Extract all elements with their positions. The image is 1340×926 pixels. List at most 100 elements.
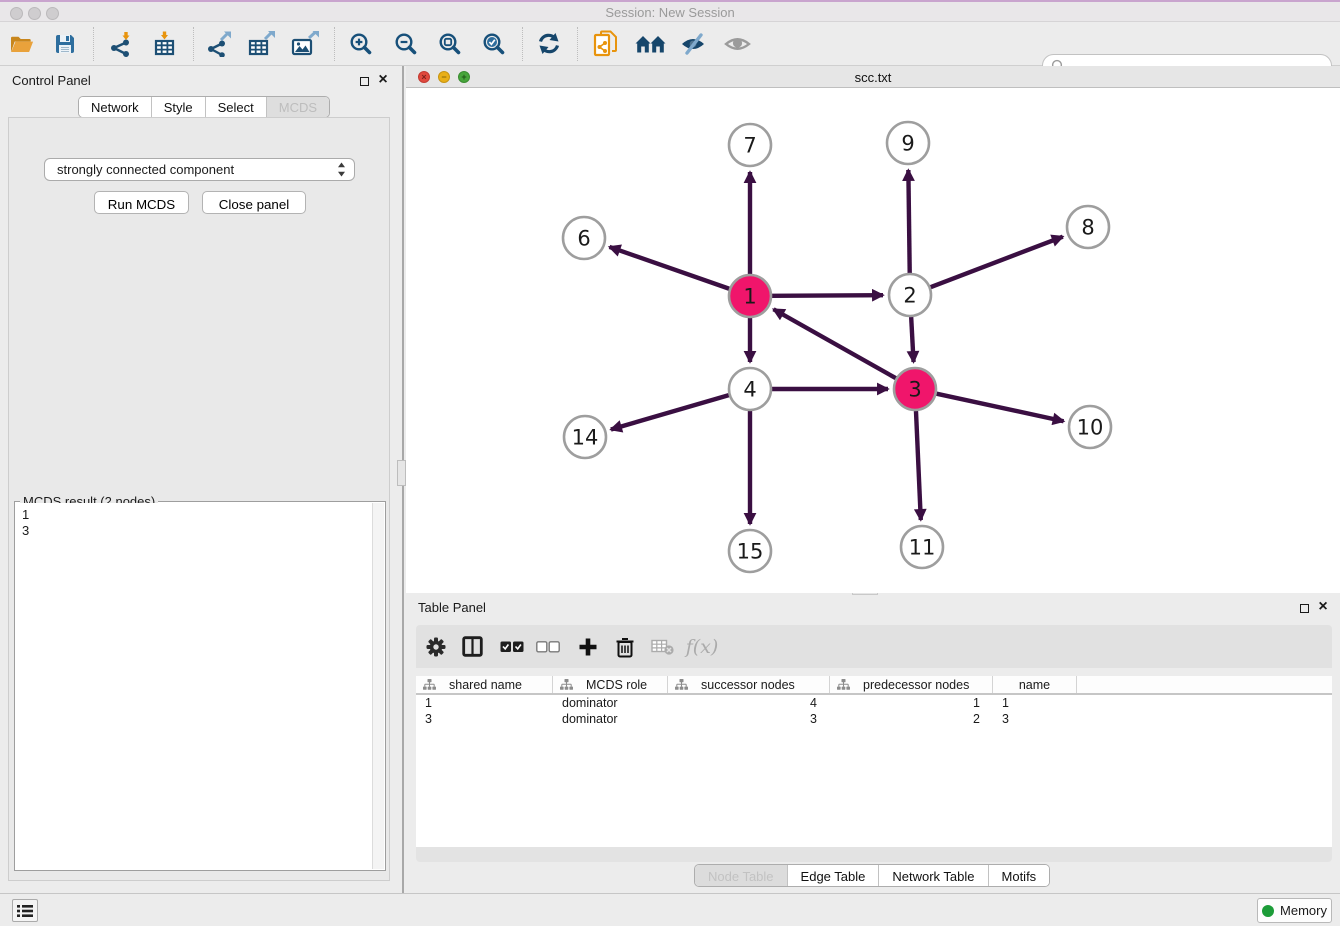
column-header-name[interactable]: name (993, 676, 1077, 693)
apply-layout-icon[interactable] (530, 25, 568, 63)
zoom-in-icon[interactable] (342, 25, 380, 63)
select-all-columns-icon[interactable] (496, 631, 528, 663)
toolbar-separator (93, 27, 94, 61)
import-table-icon[interactable] (146, 25, 184, 63)
graph-node-label: 6 (577, 227, 590, 251)
column-label: name (1019, 678, 1050, 692)
tab-network-table[interactable]: Network Table (879, 865, 988, 886)
graph-node-label: 15 (737, 540, 764, 564)
import-network-icon[interactable] (101, 25, 139, 63)
new-network-from-selection-icon[interactable] (586, 25, 624, 63)
column-label: predecessor nodes (863, 678, 969, 692)
cell-successor-nodes[interactable]: 3 (668, 711, 830, 727)
table-header-row: shared name MCDS role successor nodes pr… (416, 676, 1332, 695)
tab-edge-table[interactable]: Edge Table (788, 865, 880, 886)
graph-node-label: 9 (901, 132, 914, 156)
table-row[interactable]: 3 dominator 3 2 3 (416, 711, 1332, 727)
table-bottom-strip (416, 847, 1332, 862)
graph-node-label: 14 (572, 426, 599, 450)
table-panel-close-button[interactable]: × (1316, 600, 1330, 614)
cell-mcds-role[interactable]: dominator (553, 695, 668, 711)
save-session-icon[interactable] (46, 25, 84, 63)
cell-shared-name[interactable]: 3 (416, 711, 553, 727)
open-session-icon[interactable] (3, 25, 41, 63)
hide-selection-icon[interactable] (674, 25, 712, 63)
result-scrollbar[interactable] (372, 503, 384, 869)
vertical-divider-handle[interactable] (397, 460, 406, 486)
run-mcds-button[interactable]: Run MCDS (94, 191, 189, 214)
cell-name[interactable]: 3 (993, 711, 1077, 727)
close-panel-button[interactable]: Close panel (202, 191, 306, 214)
mcds-result-list[interactable]: 1 3 (16, 503, 372, 869)
table-row[interactable]: 1 dominator 4 1 1 (416, 695, 1332, 711)
memory-status-dot (1262, 905, 1274, 917)
column-header-mcds-role[interactable]: MCDS role (553, 676, 668, 693)
graph-edge-1-2[interactable] (772, 295, 883, 296)
cell-predecessor-nodes[interactable]: 2 (830, 711, 993, 727)
network-window-titlebar: × − + scc.txt (406, 66, 1340, 88)
cell-mcds-role[interactable]: dominator (553, 711, 668, 727)
graph-edge-4-14[interactable] (611, 395, 729, 429)
control-panel-float-button[interactable] (357, 74, 371, 88)
graph-node-label: 7 (743, 134, 756, 158)
cell-successor-nodes[interactable]: 4 (668, 695, 830, 711)
select-stepper-icon (337, 162, 346, 177)
graph-edge-2-8[interactable] (931, 237, 1063, 288)
graph-node-label: 4 (743, 378, 756, 402)
export-image-icon[interactable] (286, 25, 324, 63)
graph-edge-3-1[interactable] (774, 309, 896, 378)
export-network-icon[interactable] (199, 25, 237, 63)
graph-node-label: 8 (1081, 216, 1094, 240)
control-panel-close-button[interactable]: × (376, 73, 390, 87)
column-header-predecessor-nodes[interactable]: predecessor nodes (830, 676, 993, 693)
tab-network[interactable]: Network (79, 97, 152, 117)
tab-select[interactable]: Select (206, 97, 267, 117)
column-label: successor nodes (701, 678, 795, 692)
graph-edge-3-11[interactable] (916, 411, 921, 520)
first-neighbors-icon[interactable] (631, 25, 669, 63)
graph-edge-2-9[interactable] (908, 170, 909, 273)
column-header-successor-nodes[interactable]: successor nodes (668, 676, 830, 693)
close-icon: × (1318, 601, 1327, 613)
task-history-button[interactable] (12, 899, 38, 922)
cell-shared-name[interactable]: 1 (416, 695, 553, 711)
function-builder-icon[interactable]: f(x) (686, 631, 718, 663)
close-icon: × (378, 74, 387, 86)
column-header-shared-name[interactable]: shared name (416, 676, 553, 693)
zoom-out-icon[interactable] (387, 25, 425, 63)
delete-column-trash-icon[interactable] (609, 631, 641, 663)
graph-edge-1-6[interactable] (609, 247, 729, 289)
zoom-fit-icon[interactable] (431, 25, 469, 63)
graph-edge-2-3[interactable] (911, 317, 913, 362)
main-toolbar (0, 22, 1340, 66)
network-canvas[interactable]: 7968124314101511 (406, 88, 1340, 593)
network-view-window: × − + scc.txt 7968124314101511 (406, 66, 1340, 593)
mcds-result-box: MCDS result (2 nodes) 1 3 (14, 501, 386, 871)
export-table-icon[interactable] (242, 25, 280, 63)
delete-table-icon[interactable] (646, 631, 678, 663)
criterion-selected-value: strongly connected component (57, 162, 337, 177)
tab-mcds[interactable]: MCDS (267, 97, 329, 117)
tab-node-table[interactable]: Node Table (695, 865, 788, 886)
cell-predecessor-nodes[interactable]: 1 (830, 695, 993, 711)
network-window-title: scc.txt (406, 70, 1340, 85)
table-settings-gear-icon[interactable] (420, 631, 452, 663)
tab-motifs[interactable]: Motifs (989, 865, 1050, 886)
cell-name[interactable]: 1 (993, 695, 1077, 711)
deselect-all-columns-icon[interactable] (532, 631, 564, 663)
tab-style[interactable]: Style (152, 97, 206, 117)
table-panel-float-button[interactable] (1297, 601, 1311, 615)
control-panel-tabs: Network Style Select MCDS (78, 96, 330, 118)
show-columns-icon[interactable] (456, 631, 488, 663)
graph-edge-3-10[interactable] (936, 394, 1063, 422)
hierarchy-icon (675, 679, 688, 691)
show-all-icon[interactable] (718, 25, 756, 63)
create-column-icon[interactable] (572, 631, 604, 663)
hierarchy-icon (423, 679, 436, 691)
table-panel-title: Table Panel (418, 600, 486, 615)
memory-button[interactable]: Memory (1257, 898, 1332, 923)
fx-label: f(x) (686, 636, 719, 658)
result-line: 3 (22, 523, 366, 539)
optimization-criterion-select[interactable]: strongly connected component (44, 158, 355, 181)
zoom-selected-icon[interactable] (475, 25, 513, 63)
